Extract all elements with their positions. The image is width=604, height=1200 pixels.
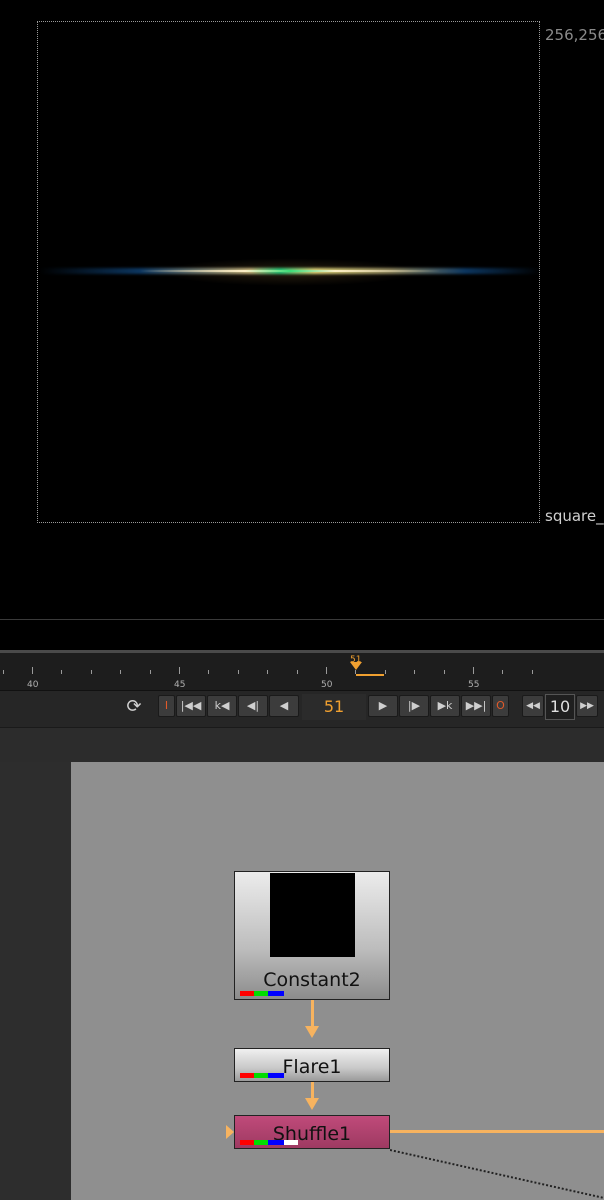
channel-blue (268, 991, 284, 996)
timeline-tick (61, 670, 63, 674)
pipe-flare-shuffle (311, 1082, 314, 1098)
play-backward-icon[interactable]: ◀ (269, 695, 299, 717)
current-frame-field[interactable]: 51 (302, 694, 366, 720)
prev-keyframe-icon[interactable]: k◀ (207, 695, 237, 717)
channel-green (254, 1140, 268, 1145)
format-label: square_ (545, 507, 604, 525)
timeline-tick (120, 670, 122, 674)
channel-blue (268, 1073, 284, 1078)
last-frame-icon[interactable]: ▶▶| (461, 695, 491, 717)
channel-green (254, 991, 268, 996)
timeline-tick (149, 670, 151, 674)
timeline-tick (296, 670, 298, 674)
coordinate-label: 256,256 (545, 26, 604, 44)
out-point-button[interactable]: O (492, 695, 509, 717)
first-frame-icon[interactable]: |◀◀ (176, 695, 206, 717)
channel-green (254, 1073, 268, 1078)
play-forward-icon[interactable]: ▶ (368, 695, 398, 717)
channel-red (240, 991, 254, 996)
flare-core (140, 270, 440, 272)
timeline-tick (473, 667, 474, 674)
next-frame-icon[interactable]: |▶ (399, 695, 429, 717)
tick-label-40: 40 (27, 680, 39, 690)
timeline-tick (531, 670, 533, 674)
timeline-tick (384, 670, 386, 674)
next-keyframe-icon[interactable]: ▶k (430, 695, 460, 717)
timeline-tick (502, 670, 504, 674)
pipe-constant-flare (311, 1000, 314, 1028)
timeline-tick (414, 670, 416, 674)
constant-thumbnail (270, 873, 355, 957)
tick-label-50: 50 (321, 680, 333, 690)
channel-blue (268, 1140, 284, 1145)
increment-field[interactable]: 10 (545, 694, 575, 720)
viewer-connection-line (390, 1149, 604, 1199)
tick-label-45: 45 (174, 680, 186, 690)
timeline-tick (237, 670, 239, 674)
timeline-tick (443, 670, 445, 674)
in-point-button[interactable]: I (158, 695, 175, 717)
current-frame-range (356, 674, 384, 676)
current-frame-marker[interactable] (350, 662, 362, 670)
pipe-arrow-flare-shuffle (305, 1098, 319, 1110)
timeline-tick (326, 667, 327, 674)
viewer-divider (0, 619, 604, 620)
tick-label-55: 55 (468, 680, 480, 690)
timeline-tick (32, 667, 33, 674)
shuffle-input-arrow (226, 1125, 234, 1139)
channel-alpha (284, 1140, 298, 1145)
pipe-shuffle-output (390, 1130, 604, 1133)
decrement-icon[interactable]: ◀◀ (522, 695, 544, 717)
pipe-arrow-constant-flare (305, 1026, 319, 1038)
increment-icon[interactable]: ▶▶ (576, 695, 598, 717)
timeline-tick (208, 670, 210, 674)
timeline-tick (179, 667, 180, 674)
channel-red (240, 1140, 254, 1145)
timeline-tick (267, 670, 269, 674)
loop-mode-icon[interactable]: ⟳ (118, 695, 150, 719)
panel-tab-bar (0, 727, 604, 763)
timeline-tick (90, 670, 92, 674)
toolbar-sidebar (0, 762, 71, 1200)
timeline-tick (2, 670, 4, 674)
constant-node-label: Constant2 (263, 969, 361, 991)
prev-frame-icon[interactable]: ◀| (238, 695, 268, 717)
channel-red (240, 1073, 254, 1078)
